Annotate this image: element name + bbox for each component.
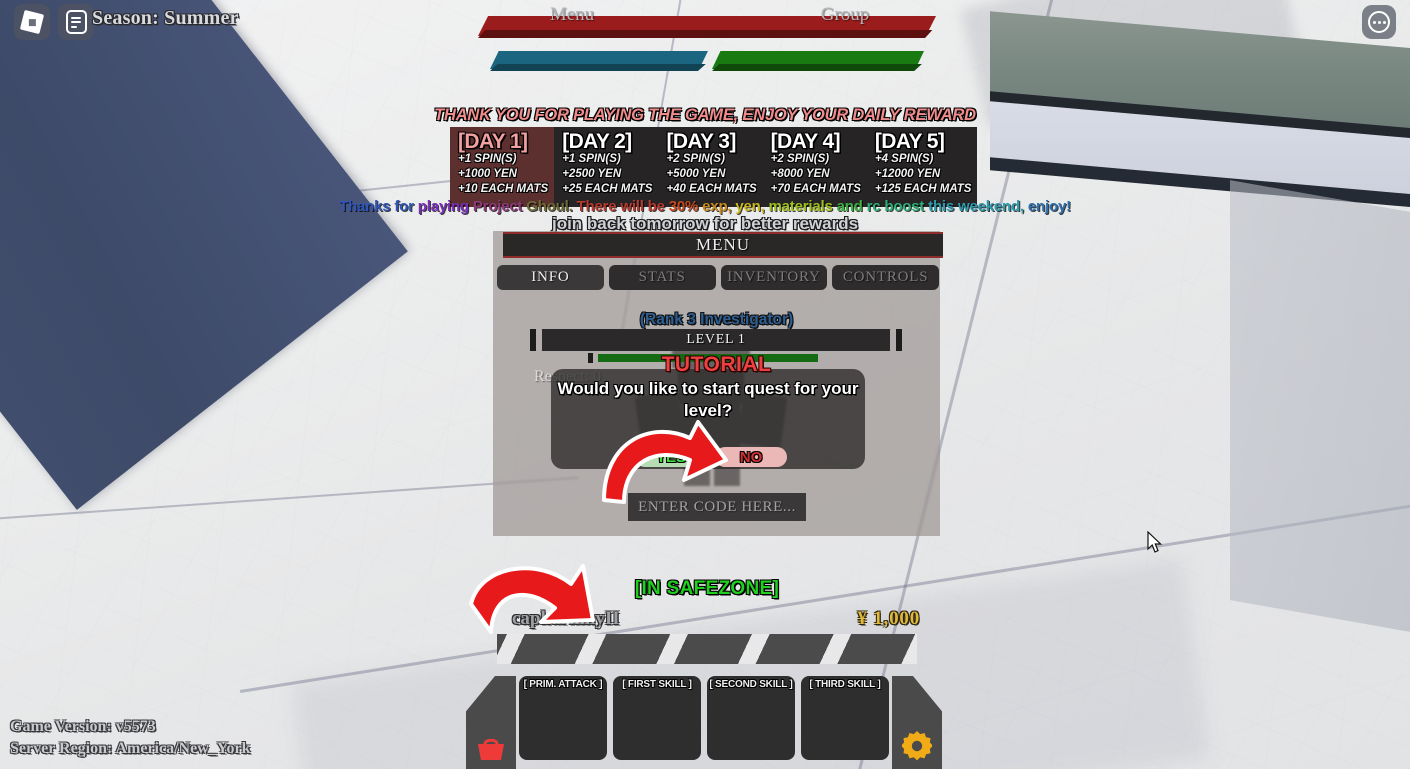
chat-segment: Project xyxy=(472,198,527,215)
skill-slot[interactable]: [ THIRD SKILL ] xyxy=(801,676,889,760)
tutorial-question: Would you like to start quest for your l… xyxy=(557,379,859,420)
chat-segment: yen, xyxy=(735,198,769,215)
chat-segment: materials xyxy=(768,198,837,215)
stamina-bar-shade xyxy=(712,64,922,71)
game-info: Game Version: v5573 Server Region: Ameri… xyxy=(10,716,251,761)
tab-controls[interactable]: CONTROLS xyxy=(832,265,939,290)
skill-bar: [ PRIM. ATTACK ] [ FIRST SKILL ] [ SECOND … xyxy=(466,676,958,769)
chat-message-rainbow: Thanks for playing Project Ghoul. There … xyxy=(0,198,1410,215)
level-label: LEVEL 1 xyxy=(686,332,746,347)
chat-segment: 30% xyxy=(668,198,703,215)
gear-icon xyxy=(902,731,932,761)
stat-bars xyxy=(0,0,1410,90)
skill-slot[interactable]: [ FIRST SKILL ] xyxy=(613,676,701,760)
skill-slot-label: [ PRIM. ATTACK ] xyxy=(523,679,603,690)
daily-reward-day-title: [DAY 4] xyxy=(770,130,841,153)
game-version: Game Version: v5573 xyxy=(10,717,156,735)
daily-reward-panel: [DAY 1] +1 SPIN(S) +1000 YEN +10 EACH MATS[… xyxy=(450,127,978,207)
daily-reward-day-card[interactable]: [DAY 4] +2 SPIN(S) +8000 YEN +70 EACH MATS xyxy=(762,127,867,207)
daily-reward-spins: +1 SPIN(S) xyxy=(458,153,517,166)
tutorial-title: TUTORIAL xyxy=(661,353,772,376)
scene-column-right xyxy=(1230,180,1410,632)
daily-reward-mats: +25 EACH MATS xyxy=(562,182,653,195)
settings-button[interactable] xyxy=(892,676,942,769)
daily-reward-day-card[interactable]: [DAY 1] +1 SPIN(S) +1000 YEN +10 EACH MATS xyxy=(450,127,555,207)
daily-reward-mats: +40 EACH MATS xyxy=(666,182,757,195)
menu-title: MENU xyxy=(695,235,751,254)
group-button[interactable]: Group xyxy=(770,0,920,30)
level-bar: LEVEL 1 xyxy=(530,329,902,351)
game-screen: Season: Summer THANK YOU FOR PLAYING THE… xyxy=(0,0,1410,769)
rc-bar-shade xyxy=(490,64,706,71)
tab-info[interactable]: INFO xyxy=(497,265,604,290)
daily-reward-mats: +125 EACH MATS xyxy=(874,182,972,195)
bag-button[interactable] xyxy=(466,676,516,769)
daily-reward-day-card[interactable]: [DAY 2] +1 SPIN(S) +2500 YEN +25 EACH MATS xyxy=(554,127,659,207)
chat-segment: playing xyxy=(417,198,473,215)
level-bar-cap-left xyxy=(530,329,536,351)
menu-tabs: INFO STATS INVENTORY CONTROLS xyxy=(497,265,939,290)
server-region: Server Region: America/New_York xyxy=(10,740,251,758)
menu-button[interactable]: Menu xyxy=(497,0,647,30)
skill-slot-label: [ FIRST SKILL ] xyxy=(622,679,692,690)
daily-reward-yen: +5000 YEN xyxy=(666,168,726,181)
daily-reward-day-title: [DAY 2] xyxy=(562,130,632,153)
daily-reward-mats: +70 EACH MATS xyxy=(770,182,861,195)
tab-stats[interactable]: STATS xyxy=(608,265,716,290)
daily-reward-yen: +1000 YEN xyxy=(458,168,517,181)
chat-segment: enjoy! xyxy=(1027,198,1071,215)
daily-reward-spins: +2 SPIN(S) xyxy=(770,153,830,166)
player-rank: (Rank 3 Investigator) xyxy=(639,311,794,328)
skill-slot-label: [ SECOND SKILL ] xyxy=(709,679,793,690)
safezone-status: [IN SAFEZONE] xyxy=(634,578,780,599)
health-bar-shade xyxy=(478,30,933,38)
mouse-cursor xyxy=(1147,531,1163,553)
skill-slot[interactable]: [ PRIM. ATTACK ] xyxy=(519,676,607,760)
skill-slot[interactable]: [ SECOND SKILL ] xyxy=(707,676,795,760)
daily-reward-yen: +12000 YEN xyxy=(874,168,941,181)
bag-icon xyxy=(478,738,504,760)
level-bar-cap-right xyxy=(896,329,902,351)
chat-segment: exp, xyxy=(702,198,736,215)
daily-reward-day-title: [DAY 3] xyxy=(666,130,736,153)
player-name: capharnmyII xyxy=(512,608,620,629)
daily-reward-spins: +1 SPIN(S) xyxy=(562,153,621,166)
chat-segment: Ghoul. xyxy=(526,198,577,215)
daily-reward-day-title: [DAY 5] xyxy=(874,130,945,153)
tab-inventory[interactable]: INVENTORY xyxy=(720,265,828,290)
daily-reward-day-card[interactable]: [DAY 3] +2 SPIN(S) +5000 YEN +40 EACH MATS xyxy=(658,127,763,207)
daily-reward-mats: +10 EACH MATS xyxy=(458,182,549,195)
skill-slot-label: [ THIRD SKILL ] xyxy=(809,679,881,690)
yen-amount: ¥ 1,000 xyxy=(857,608,920,629)
daily-reward-day-card[interactable]: [DAY 5] +4 SPIN(S) +12000 YEN +125 EACH MAT… xyxy=(866,127,978,207)
chat-segment: Thanks for xyxy=(339,198,418,215)
level-bar-track: LEVEL 1 xyxy=(542,329,890,351)
tutorial-no-button[interactable]: NO xyxy=(715,447,787,467)
tutorial-yes-button[interactable]: YES xyxy=(635,447,707,467)
chat-segment: and xyxy=(836,198,867,215)
daily-reward-spins: +4 SPIN(S) xyxy=(874,153,934,166)
daily-reward-yen: +2500 YEN xyxy=(562,168,622,181)
chat-segment: There will be xyxy=(576,198,669,215)
chat-segment: rc boost xyxy=(866,198,929,215)
daily-reward-day-title: [DAY 1] xyxy=(458,130,528,153)
daily-reward-yen: +8000 YEN xyxy=(770,168,830,181)
daily-reward-spins: +2 SPIN(S) xyxy=(666,153,725,166)
chat-segment: this weekend, xyxy=(928,198,1028,215)
menu-titlebar: MENU xyxy=(503,232,943,258)
code-input[interactable]: ENTER CODE HERE... xyxy=(628,493,806,521)
daily-reward-header: THANK YOU FOR PLAYING THE GAME, ENJOY YO… xyxy=(434,106,976,124)
hud-button-bar xyxy=(497,634,917,664)
